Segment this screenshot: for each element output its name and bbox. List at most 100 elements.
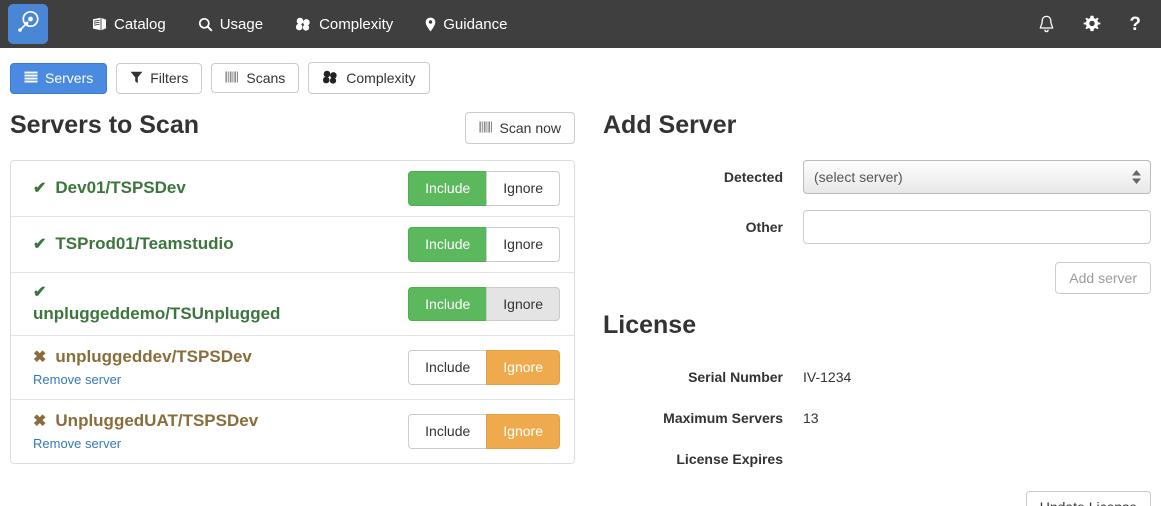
include-ignore-toggle: Include Ignore <box>408 286 560 322</box>
server-info: ✖ unpluggeddev/TSPSDev Remove server <box>33 346 408 389</box>
check-icon: ✔ <box>33 235 47 253</box>
nav-link-label: Usage <box>219 15 264 33</box>
servers-header: Servers to Scan Scan now <box>10 111 575 146</box>
tab-scans[interactable]: Scans <box>211 63 300 93</box>
license-actions: Update License <box>603 491 1151 506</box>
maximum-servers-row: Maximum Servers 13 <box>603 401 1151 426</box>
server-name-line: ✖ UnpluggedUAT/TSPSDev <box>33 410 394 433</box>
nav-link-label: Complexity <box>319 15 394 33</box>
blocks-icon <box>322 70 339 86</box>
gear-icon[interactable] <box>1083 15 1101 33</box>
add-server-form: Detected (select server) Other Add serve… <box>603 160 1151 294</box>
include-ignore-toggle: Include Ignore <box>408 414 560 450</box>
tab-strip: Servers Filters Scans Complexity <box>0 48 1161 94</box>
other-label: Other <box>745 219 783 235</box>
tab-label: Filters <box>150 70 189 86</box>
nav-link-usage[interactable]: Usage <box>182 10 279 39</box>
other-control <box>803 210 1151 244</box>
table-row: ✔ Dev01/TSPSDev Include Ignore <box>11 161 574 217</box>
navbar-links: Catalog Usage Complexity Guidance <box>76 10 523 39</box>
cross-icon: ✖ <box>33 349 47 367</box>
table-row: ✖ unpluggeddev/TSPSDev Remove server Incl… <box>11 336 574 401</box>
ignore-button[interactable]: Ignore <box>486 350 560 386</box>
nav-link-label: Catalog <box>114 15 166 33</box>
remove-server-link[interactable]: Remove server <box>33 372 121 387</box>
nav-link-complexity[interactable]: Complexity <box>279 10 409 39</box>
help-icon[interactable]: ? <box>1129 15 1141 34</box>
server-name-line: ✖ unpluggeddev/TSPSDev <box>33 346 394 369</box>
server-info: ✔ TSProd01/Teamstudio <box>33 233 408 256</box>
add-server-title: Add Server <box>603 111 737 139</box>
table-row: ✖ UnpluggedUAT/TSPSDev Remove server Incl… <box>11 400 574 463</box>
server-name-line: ✔ unpluggeddemo/TSUnplugged <box>33 283 394 326</box>
include-button[interactable]: Include <box>408 414 487 450</box>
nav-link-label: Guidance <box>443 15 508 33</box>
ignore-button[interactable]: Ignore <box>486 286 560 322</box>
server-name: Dev01/TSPSDev <box>55 178 186 197</box>
include-ignore-toggle: Include Ignore <box>408 226 560 262</box>
serial-number-label: Serial Number <box>688 369 783 385</box>
tab-label: Complexity <box>346 70 416 86</box>
detected-label: Detected <box>723 169 783 185</box>
include-button[interactable]: Include <box>408 171 487 206</box>
funnel-icon <box>130 71 143 86</box>
check-icon: ✔ <box>33 180 47 197</box>
server-name-line: ✔ Dev01/TSPSDev <box>33 177 394 200</box>
server-info: ✔ Dev01/TSPSDev <box>33 177 408 200</box>
book-icon <box>92 17 107 31</box>
servers-column: Servers to Scan Scan now ✔ Dev01/TSPSDev… <box>10 94 575 506</box>
barcode-icon <box>225 71 239 85</box>
other-field-row: Other <box>603 210 1151 244</box>
ignore-button[interactable]: Ignore <box>486 226 560 262</box>
server-name: UnpluggedUAT/TSPSDev <box>55 411 259 431</box>
serial-number-value: IV-1234 <box>803 369 852 385</box>
server-name: unpluggeddev/TSPSDev <box>55 347 252 367</box>
add-server-button[interactable]: Add server <box>1055 262 1151 294</box>
license-title: License <box>603 311 697 339</box>
list-icon <box>24 71 38 86</box>
detected-select[interactable]: (select server) <box>803 160 1151 194</box>
update-license-button[interactable]: Update License <box>1025 491 1151 506</box>
other-server-input[interactable] <box>803 210 1151 244</box>
include-ignore-toggle: Include Ignore <box>408 350 560 386</box>
blocks-icon <box>295 17 312 31</box>
license-expires-value <box>803 442 1151 462</box>
tab-servers[interactable]: Servers <box>10 62 108 94</box>
tab-label: Servers <box>45 70 94 86</box>
license-expires-row: License Expires <box>603 442 1151 467</box>
include-button[interactable]: Include <box>408 350 487 386</box>
table-row: ✔ unpluggeddemo/TSUnplugged Include Igno… <box>11 273 574 337</box>
maximum-servers-label: Maximum Servers <box>663 410 783 426</box>
barcode-icon <box>478 121 493 135</box>
server-name: unpluggeddemo/TSUnplugged <box>33 304 281 324</box>
top-navbar: Catalog Usage Complexity Guidance ? <box>0 0 1161 48</box>
add-server-actions: Add server <box>603 262 1151 294</box>
bell-icon[interactable] <box>1038 15 1055 33</box>
detected-selected-value: (select server) <box>814 169 903 185</box>
navbar-actions: ? <box>1038 15 1147 34</box>
cross-icon: ✖ <box>33 413 47 431</box>
license-expires-label: License Expires <box>676 451 783 467</box>
scan-now-button[interactable]: Scan now <box>464 112 575 144</box>
page-body: Servers to Scan Scan now ✔ Dev01/TSPSDev… <box>0 94 1161 506</box>
nav-link-catalog[interactable]: Catalog <box>76 10 182 39</box>
include-button[interactable]: Include <box>408 226 487 262</box>
remove-server-link[interactable]: Remove server <box>33 436 121 451</box>
brand-logo[interactable] <box>8 4 48 44</box>
ignore-button[interactable]: Ignore <box>486 171 560 206</box>
map-pin-icon <box>425 17 436 32</box>
tab-label: Scans <box>246 70 286 86</box>
license-details: Serial Number IV-1234 Maximum Servers 13… <box>603 360 1151 506</box>
tab-complexity[interactable]: Complexity <box>308 62 430 94</box>
right-column: Add Server Detected (select server) Othe… <box>575 94 1151 506</box>
serial-number-row: Serial Number IV-1234 <box>603 360 1151 385</box>
chevron-updown-icon <box>1132 170 1141 184</box>
include-button[interactable]: Include <box>408 286 487 322</box>
nav-link-guidance[interactable]: Guidance <box>409 10 523 39</box>
maximum-servers-value: 13 <box>803 410 819 426</box>
server-info: ✔ unpluggeddemo/TSUnplugged <box>33 283 408 326</box>
detected-control: (select server) <box>803 160 1151 194</box>
ignore-button[interactable]: Ignore <box>486 414 560 450</box>
server-name-line: ✔ TSProd01/Teamstudio <box>33 233 394 256</box>
tab-filters[interactable]: Filters <box>116 62 203 94</box>
